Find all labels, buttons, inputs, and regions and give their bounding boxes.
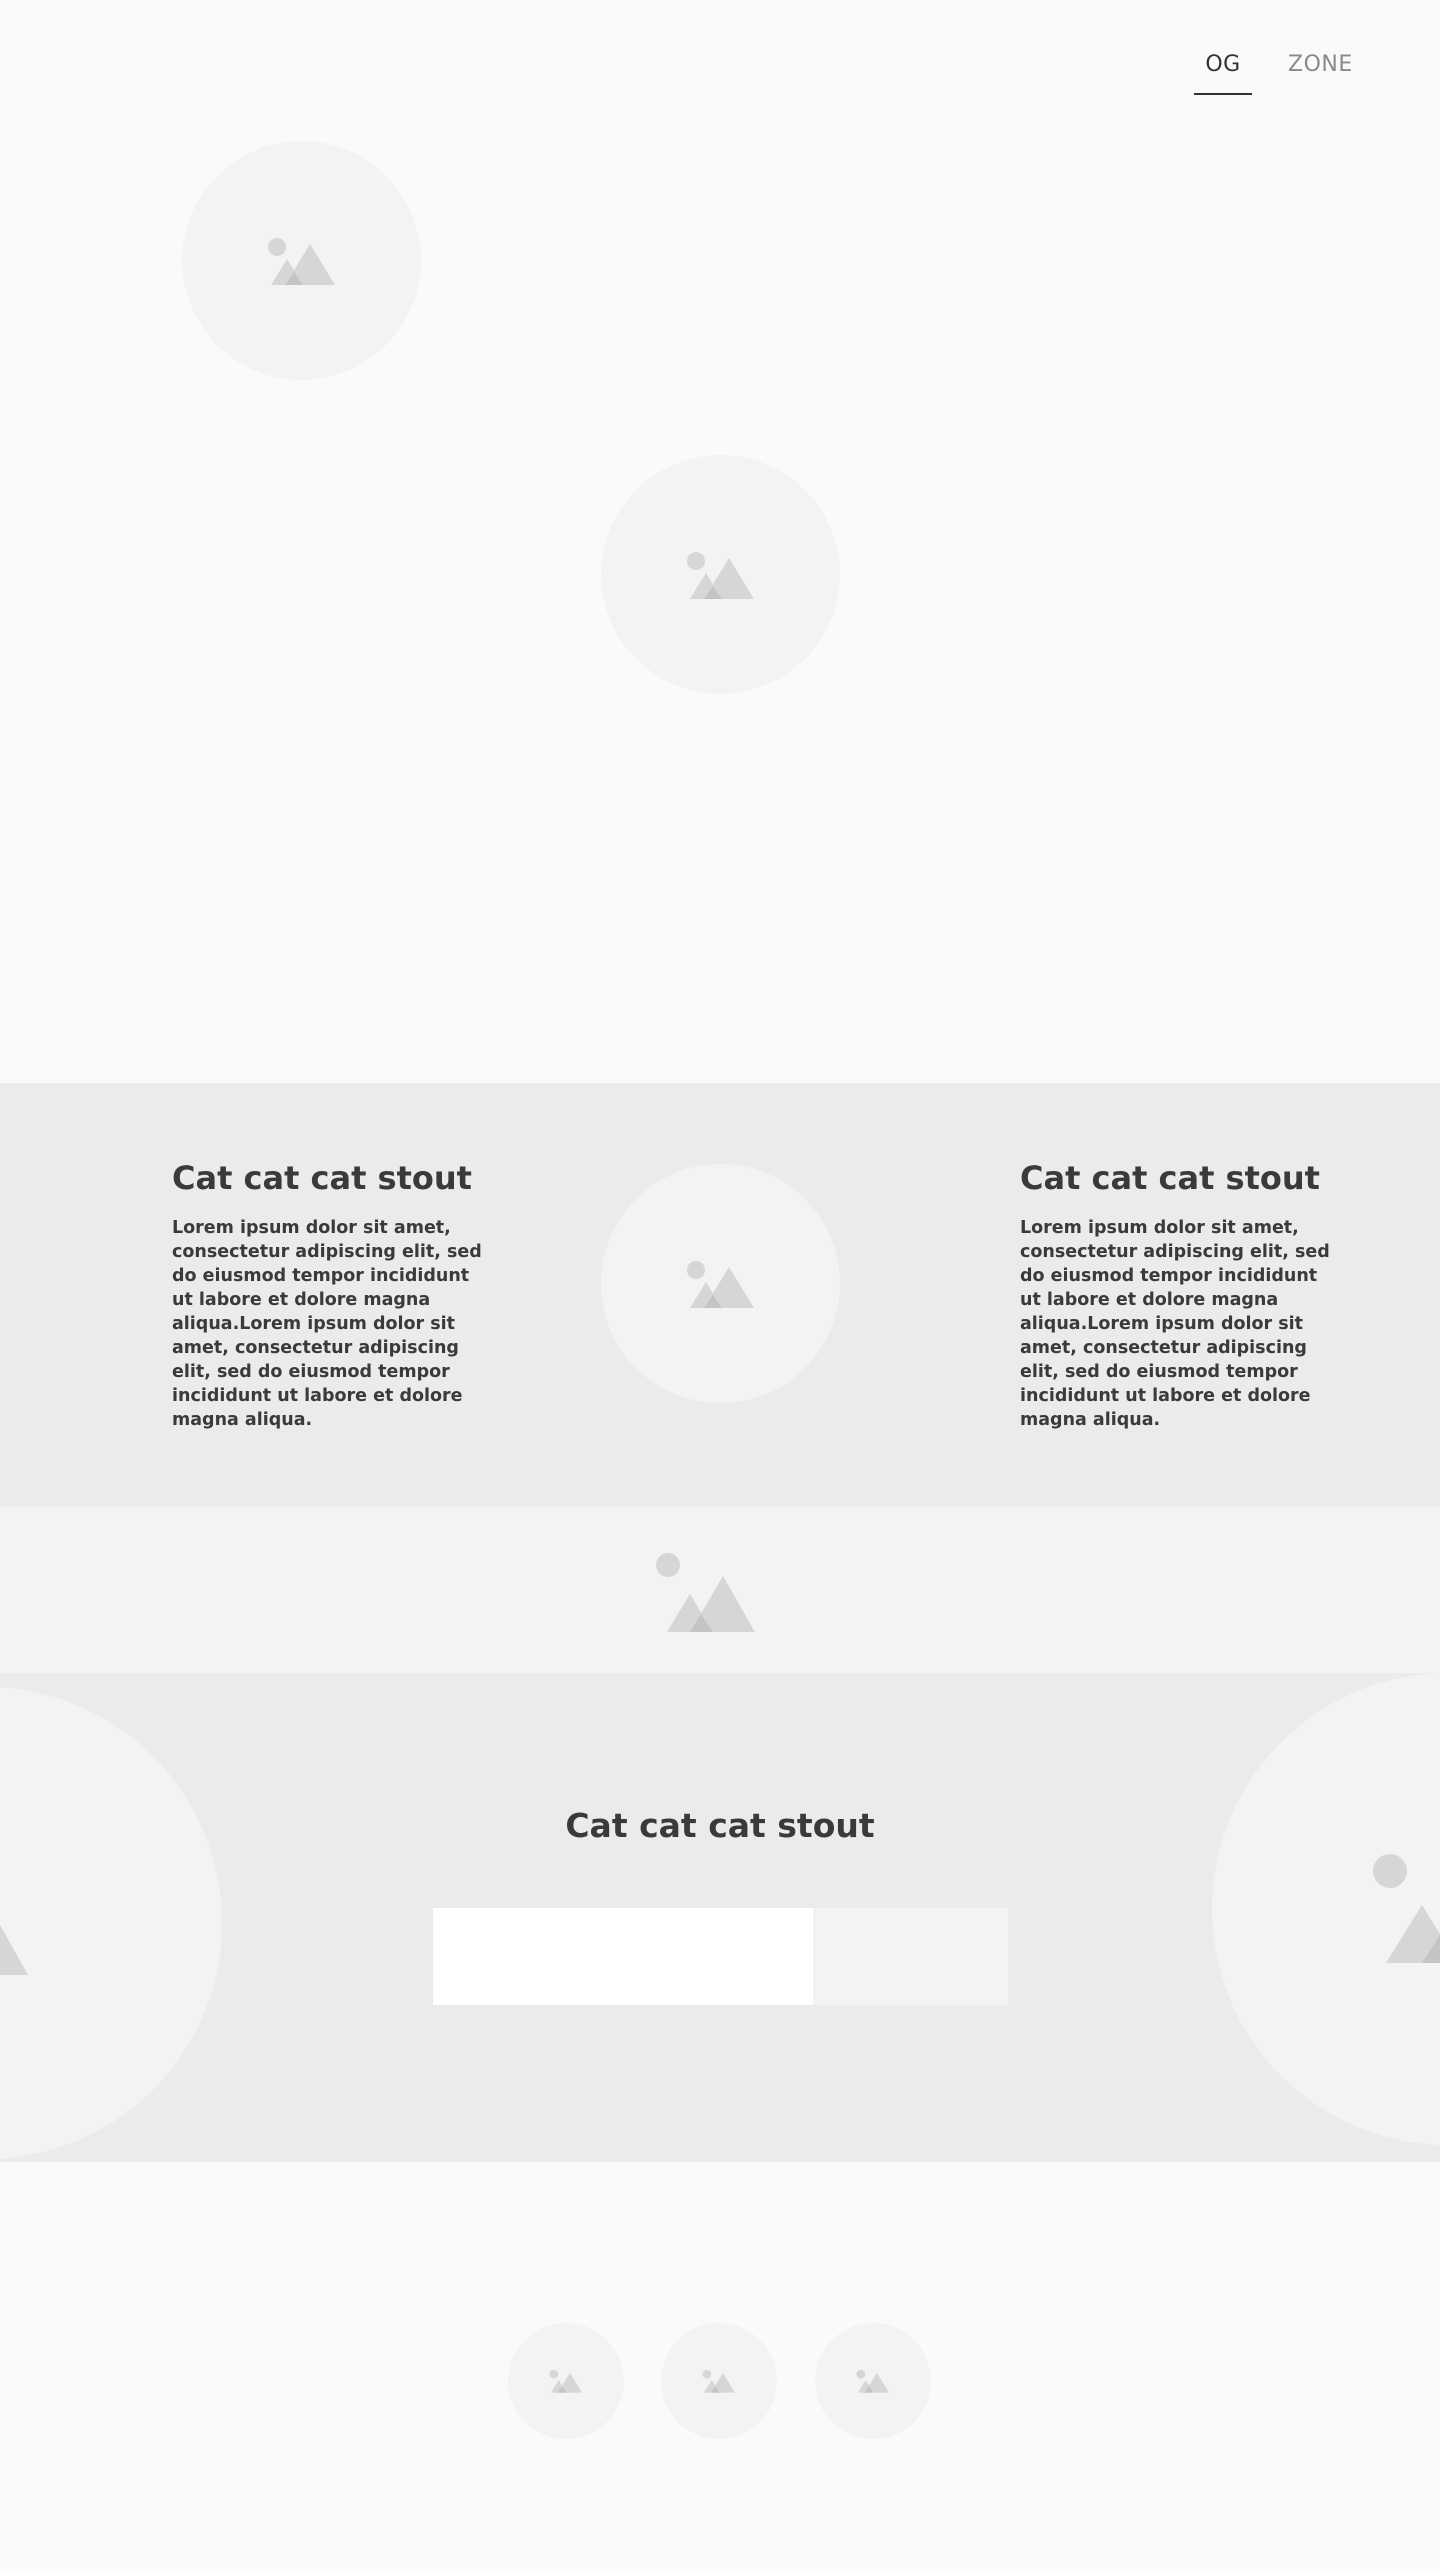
image-banner bbox=[0, 1507, 1440, 1673]
image-placeholder-icon bbox=[686, 551, 754, 599]
image-placeholder-icon bbox=[856, 2369, 890, 2393]
top-nav: OG ZONE bbox=[1194, 52, 1352, 95]
image-placeholder-icon bbox=[702, 2369, 736, 2393]
image-placeholder-icon bbox=[656, 1553, 755, 1632]
feature-right: Cat cat cat stout Lorem ipsum dolor sit … bbox=[1020, 1158, 1330, 1432]
cta-decor-right bbox=[1212, 1673, 1440, 2145]
submit-button[interactable] bbox=[813, 1908, 1008, 2005]
footer-social-3[interactable] bbox=[815, 2323, 931, 2439]
image-placeholder-icon bbox=[0, 1925, 28, 1975]
image-placeholder-icon bbox=[686, 1260, 754, 1308]
signup-form bbox=[433, 1908, 1008, 2005]
hero-image-1 bbox=[182, 141, 421, 380]
feature-left-body: Lorem ipsum dolor sit amet, consectetur … bbox=[172, 1218, 482, 1430]
nav-item-og[interactable]: OG bbox=[1194, 52, 1252, 95]
image-placeholder-icon bbox=[1373, 1854, 1440, 1963]
email-field[interactable] bbox=[433, 1908, 813, 2005]
cta-decor-left bbox=[0, 1687, 222, 2159]
page: OG ZONE Cat cat cat stout Lorem ipsum do… bbox=[0, 0, 1440, 2569]
footer-social-2[interactable] bbox=[661, 2323, 777, 2439]
footer-social-1[interactable] bbox=[508, 2323, 624, 2439]
feature-left: Cat cat cat stout Lorem ipsum dolor sit … bbox=[172, 1158, 482, 1432]
image-placeholder-icon bbox=[267, 237, 335, 285]
image-placeholder-icon bbox=[549, 2369, 583, 2393]
feature-right-body: Lorem ipsum dolor sit amet, consectetur … bbox=[1020, 1218, 1330, 1430]
feature-right-title: Cat cat cat stout bbox=[1020, 1159, 1320, 1197]
cta-title: Cat cat cat stout bbox=[565, 1806, 875, 1845]
feature-left-title: Cat cat cat stout bbox=[172, 1159, 472, 1197]
nav-item-zone[interactable]: ZONE bbox=[1288, 52, 1352, 95]
hero-image-2 bbox=[601, 455, 840, 694]
feature-image bbox=[601, 1164, 840, 1403]
